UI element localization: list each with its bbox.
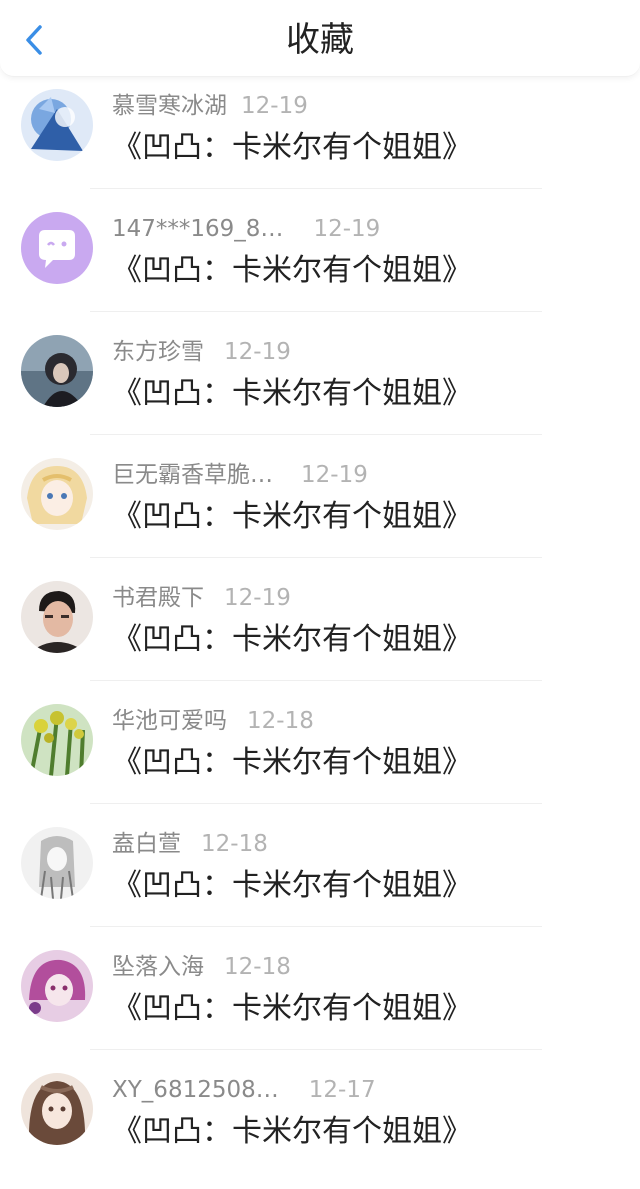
avatar[interactable] [21, 1073, 93, 1145]
brown-hair-anime-avatar [21, 1073, 93, 1145]
favorites-list: 慕雪寒冰湖 12-19 《凹凸：卡米尔有个姐姐》 147***169_8… 12-1… [0, 82, 640, 1189]
username[interactable]: 巨无霸香草脆… [112, 462, 273, 488]
divider [90, 1049, 542, 1050]
username[interactable]: 书君殿下 [112, 585, 204, 611]
avatar[interactable] [21, 581, 93, 653]
username[interactable]: 华池可爱吗 [112, 708, 227, 734]
date: 12-19 [241, 93, 308, 119]
list-item[interactable]: 盍白萱 12-18 《凹凸：卡米尔有个姐姐》 [0, 820, 640, 943]
avatar[interactable] [21, 950, 93, 1022]
list-item[interactable]: 慕雪寒冰湖 12-19 《凹凸：卡米尔有个姐姐》 [0, 82, 640, 205]
sketch-anime-avatar [21, 827, 93, 899]
avatar[interactable] [21, 335, 93, 407]
avatar[interactable] [21, 212, 93, 284]
username[interactable]: XY_6812508… [112, 1077, 279, 1103]
date: 12-19 [313, 216, 381, 242]
username[interactable]: 慕雪寒冰湖 [112, 93, 227, 119]
date: 12-18 [201, 831, 268, 857]
avatar[interactable] [21, 89, 93, 161]
date: 12-19 [224, 339, 291, 365]
list-item[interactable]: 东方珍雪 12-19 《凹凸：卡米尔有个姐姐》 [0, 328, 640, 451]
top-nav-bar: 收藏 [0, 0, 640, 77]
date: 12-18 [224, 954, 291, 980]
divider [90, 311, 542, 312]
pink-anime-avatar [21, 950, 93, 1022]
book-title[interactable]: 《凹凸：卡米尔有个姐姐》 [112, 497, 472, 537]
book-title[interactable]: 《凹凸：卡米尔有个姐姐》 [112, 251, 472, 291]
date: 12-19 [301, 462, 368, 488]
divider [90, 188, 542, 189]
divider [90, 557, 542, 558]
divider [90, 434, 542, 435]
list-item[interactable]: 巨无霸香草脆… 12-19 《凹凸：卡米尔有个姐姐》 [0, 451, 640, 574]
list-item[interactable]: 147***169_8… 12-19 《凹凸：卡米尔有个姐姐》 [0, 205, 640, 328]
divider [90, 926, 542, 927]
green-plant-avatar [21, 704, 93, 776]
avatar[interactable] [21, 458, 93, 530]
book-title[interactable]: 《凹凸：卡米尔有个姐姐》 [112, 866, 472, 906]
avatar[interactable] [21, 704, 93, 776]
purple-chat-bubble-avatar [21, 212, 93, 284]
list-item[interactable]: 书君殿下 12-19 《凹凸：卡米尔有个姐姐》 [0, 574, 640, 697]
book-title[interactable]: 《凹凸：卡米尔有个姐姐》 [112, 1112, 472, 1152]
man-photo-avatar [21, 581, 93, 653]
date: 12-19 [224, 585, 291, 611]
date: 12-18 [247, 708, 314, 734]
blonde-anime-girl-avatar [21, 458, 93, 530]
book-title[interactable]: 《凹凸：卡米尔有个姐姐》 [112, 743, 472, 783]
divider [90, 680, 542, 681]
book-title[interactable]: 《凹凸：卡米尔有个姐姐》 [112, 989, 472, 1029]
list-item[interactable]: 坠落入海 12-18 《凹凸：卡米尔有个姐姐》 [0, 943, 640, 1066]
dark-anime-avatar [21, 335, 93, 407]
book-title[interactable]: 《凹凸：卡米尔有个姐姐》 [112, 128, 472, 168]
username[interactable]: 147***169_8… [112, 216, 283, 242]
username[interactable]: 盍白萱 [112, 831, 181, 857]
date: 12-17 [308, 1077, 376, 1103]
book-title[interactable]: 《凹凸：卡米尔有个姐姐》 [112, 374, 472, 414]
divider [90, 803, 542, 804]
username[interactable]: 东方珍雪 [112, 339, 204, 365]
avatar[interactable] [21, 827, 93, 899]
blue-anime-character-avatar [21, 89, 93, 161]
username[interactable]: 坠落入海 [112, 954, 204, 980]
book-title[interactable]: 《凹凸：卡米尔有个姐姐》 [112, 620, 472, 660]
page-title: 收藏 [286, 20, 354, 60]
list-item[interactable]: XY_6812508… 12-17 《凹凸：卡米尔有个姐姐》 [0, 1066, 640, 1189]
list-item[interactable]: 华池可爱吗 12-18 《凹凸：卡米尔有个姐姐》 [0, 697, 640, 820]
